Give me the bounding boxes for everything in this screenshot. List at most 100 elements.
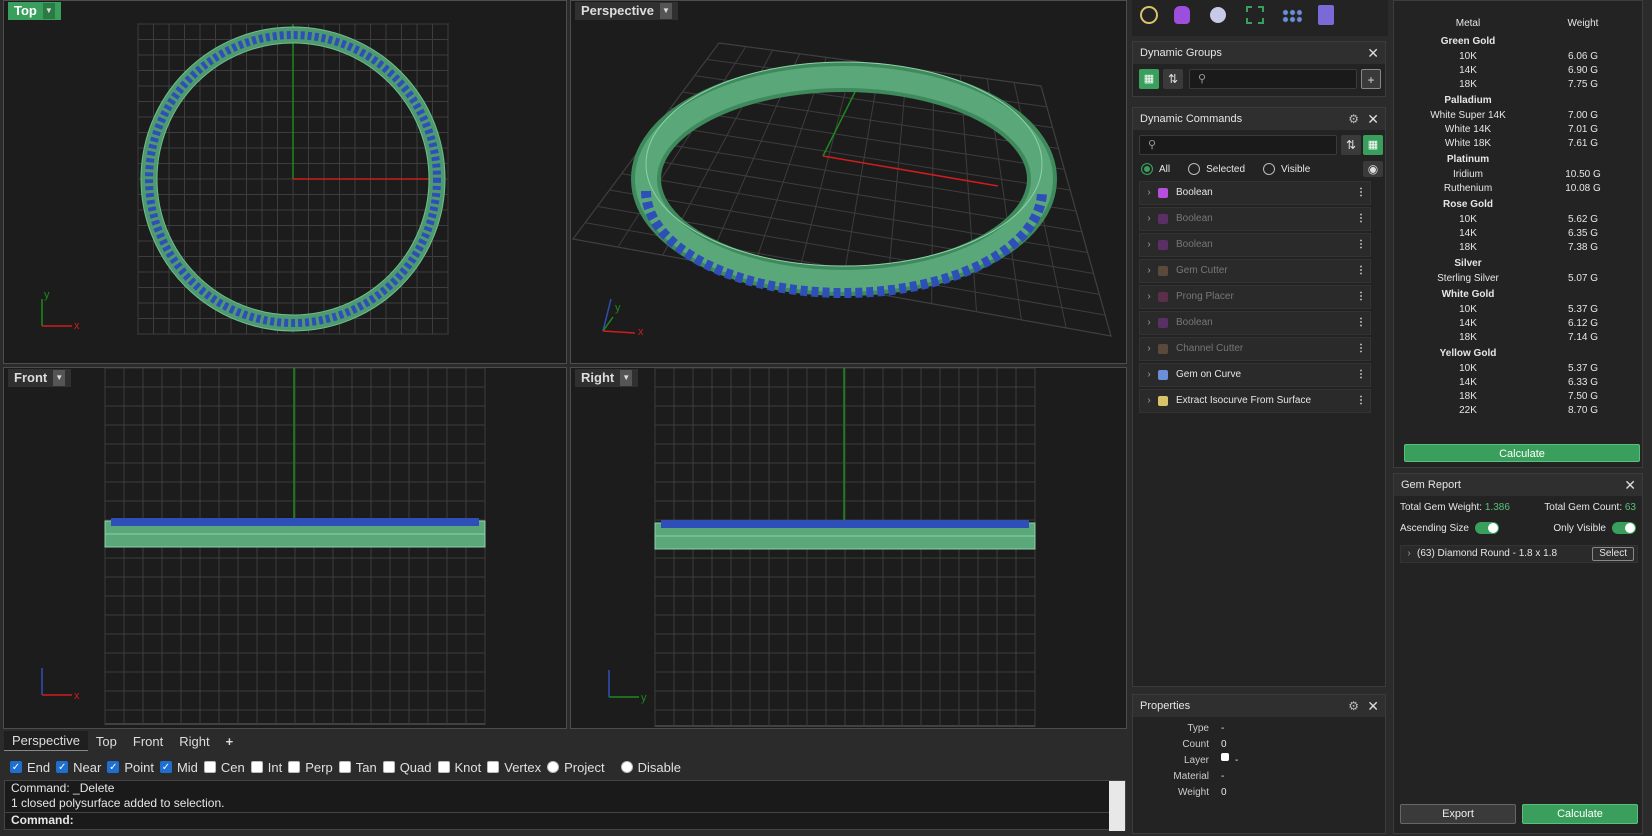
chevron-right-icon[interactable]: ›	[1140, 390, 1158, 412]
calculator-icon[interactable]: ▦	[1139, 69, 1159, 89]
sort-icon[interactable]: ⇅	[1163, 69, 1183, 89]
chevron-down-icon[interactable]: ▼	[42, 3, 55, 19]
gem-list-item[interactable]: › (63) Diamond Round - 1.8 x 1.8 Select	[1400, 545, 1638, 563]
command-list-item[interactable]: › Boolean ⋮	[1139, 181, 1371, 205]
osnap-knot[interactable]: Knot	[437, 760, 481, 775]
viewport-tab-top[interactable]: Top ▼	[8, 2, 61, 20]
viewport-front[interactable]: x Front ▼	[3, 367, 567, 729]
panel-icon[interactable]	[1318, 5, 1334, 25]
chevron-down-icon[interactable]: ▼	[660, 3, 672, 19]
command-prompt[interactable]: Command:	[5, 812, 1125, 829]
chevron-right-icon[interactable]: ›	[1140, 286, 1158, 308]
radio-button[interactable]	[547, 761, 560, 773]
metal-calculate-button[interactable]: Calculate	[1404, 444, 1640, 462]
checkbox[interactable]: ✓	[56, 761, 69, 773]
close-icon[interactable]: ✕	[1367, 108, 1379, 130]
checkbox[interactable]	[338, 761, 351, 773]
viewport-top[interactable]: y x Top ▼	[3, 0, 567, 364]
ascending-size-toggle[interactable]	[1474, 522, 1499, 534]
groups-search-input[interactable]: ⚲	[1189, 69, 1357, 89]
tab-top[interactable]: Top	[88, 732, 125, 751]
checkbox[interactable]	[382, 761, 395, 773]
only-visible-toggle[interactable]	[1612, 522, 1636, 534]
gem-calculate-button[interactable]: Calculate	[1522, 804, 1638, 824]
osnap-mid[interactable]: ✓ Mid	[159, 760, 198, 775]
eye-icon[interactable]: ◉	[1363, 161, 1383, 177]
chevron-right-icon[interactable]: ›	[1140, 208, 1158, 230]
close-icon[interactable]: ✕	[1624, 474, 1636, 496]
command-list-item[interactable]: › Gem on Curve ⋮	[1139, 363, 1371, 387]
command-list-item[interactable]: › Extract Isocurve From Surface ⋮	[1139, 389, 1371, 413]
more-options-icon[interactable]: ⋮	[1352, 182, 1370, 204]
viewport-tab-front[interactable]: Front ▼	[8, 369, 72, 387]
add-tab-button[interactable]: +	[218, 732, 242, 751]
chevron-right-icon[interactable]: ›	[1140, 260, 1158, 282]
osnap-quad[interactable]: Quad	[382, 760, 432, 775]
more-options-icon[interactable]: ⋮	[1352, 390, 1370, 412]
more-options-icon[interactable]: ⋮	[1352, 234, 1370, 256]
radio-button[interactable]	[620, 761, 633, 773]
checkbox[interactable]	[250, 761, 263, 773]
viewport-perspective[interactable]: y x Perspective ▼	[570, 0, 1127, 364]
viewport-tab-perspective[interactable]: Perspective ▼	[575, 2, 678, 20]
osnap-cen[interactable]: Cen	[203, 760, 245, 775]
osnap-perp[interactable]: Perp	[288, 760, 333, 775]
osnap-point[interactable]: ✓ Point	[107, 760, 154, 775]
calculator-icon[interactable]: ▦	[1363, 135, 1383, 155]
commands-search-input[interactable]: ⚲	[1139, 135, 1337, 155]
command-scrollbar[interactable]	[1109, 781, 1125, 831]
gear-icon[interactable]: ⚙	[1348, 695, 1359, 717]
checkbox[interactable]: ✓	[159, 761, 172, 773]
command-list-item[interactable]: › Boolean ⋮	[1139, 233, 1371, 257]
command-area[interactable]: Command: _Delete 1 closed polysurface ad…	[4, 780, 1126, 831]
gear-icon[interactable]: ⚙	[1348, 108, 1359, 130]
checkbox[interactable]	[288, 761, 301, 773]
tab-right[interactable]: Right	[171, 732, 217, 751]
command-list-item[interactable]: › Boolean ⋮	[1139, 207, 1371, 231]
cylinder-icon[interactable]	[1174, 6, 1190, 24]
more-options-icon[interactable]: ⋮	[1352, 208, 1370, 230]
chevron-right-icon[interactable]: ›	[1140, 312, 1158, 334]
crop-icon[interactable]	[1246, 6, 1264, 24]
chevron-right-icon[interactable]: ›	[1140, 182, 1158, 204]
command-list-item[interactable]: › Channel Cutter ⋮	[1139, 337, 1371, 361]
osnap-project[interactable]: Project	[547, 760, 605, 775]
viewport-right[interactable]: y Right ▼	[570, 367, 1127, 729]
tab-front[interactable]: Front	[125, 732, 171, 751]
tab-perspective[interactable]: Perspective	[4, 731, 88, 751]
more-options-icon[interactable]: ⋮	[1352, 364, 1370, 386]
add-group-button[interactable]: +	[1361, 69, 1381, 89]
command-list-item[interactable]: › Prong Placer ⋮	[1139, 285, 1371, 309]
gem-icon[interactable]	[1140, 6, 1158, 24]
sort-icon[interactable]: ⇅	[1341, 135, 1361, 155]
gem-select-button[interactable]: Select	[1592, 547, 1634, 561]
shapes-icon[interactable]	[1210, 7, 1226, 23]
points-icon[interactable]	[1282, 9, 1302, 23]
export-button[interactable]: Export	[1400, 804, 1516, 824]
osnap-tan[interactable]: Tan	[338, 760, 377, 775]
more-options-icon[interactable]: ⋮	[1352, 260, 1370, 282]
checkbox[interactable]	[487, 761, 500, 773]
close-icon[interactable]: ✕	[1367, 695, 1379, 717]
osnap-disable[interactable]: Disable	[620, 760, 681, 775]
osnap-near[interactable]: ✓ Near	[56, 760, 101, 775]
filter-all-radio[interactable]	[1141, 163, 1153, 175]
chevron-right-icon[interactable]: ›	[1140, 234, 1158, 256]
checkbox[interactable]: ✓	[10, 761, 22, 773]
more-options-icon[interactable]: ⋮	[1352, 312, 1370, 334]
osnap-vertex[interactable]: Vertex	[487, 760, 541, 775]
chevron-down-icon[interactable]: ▼	[53, 370, 66, 386]
chevron-right-icon[interactable]: ›	[1401, 546, 1417, 562]
filter-selected-radio[interactable]	[1188, 163, 1201, 175]
command-list-item[interactable]: › Gem Cutter ⋮	[1139, 259, 1371, 283]
checkbox[interactable]	[203, 761, 216, 773]
more-options-icon[interactable]: ⋮	[1352, 338, 1370, 360]
osnap-int[interactable]: Int	[250, 760, 282, 775]
chevron-right-icon[interactable]: ›	[1140, 338, 1158, 360]
more-options-icon[interactable]: ⋮	[1352, 286, 1370, 308]
command-list-item[interactable]: › Boolean ⋮	[1139, 311, 1371, 335]
chevron-down-icon[interactable]: ▼	[620, 370, 633, 386]
chevron-right-icon[interactable]: ›	[1140, 364, 1158, 386]
checkbox[interactable]: ✓	[107, 761, 120, 773]
close-icon[interactable]: ✕	[1367, 42, 1379, 64]
